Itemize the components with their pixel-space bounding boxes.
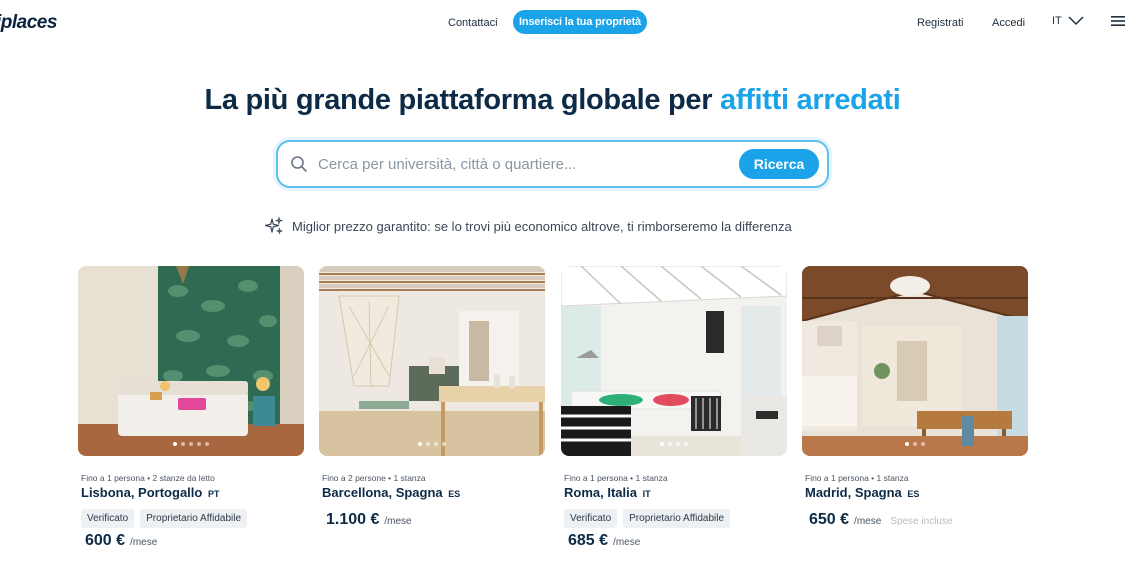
listing-meta: Fino a 1 persona • 2 stanze da letto — [81, 473, 215, 483]
listing-city[interactable]: Lisbona, Portogallo PT — [81, 485, 304, 500]
search-bar: Ricerca — [276, 140, 829, 188]
listing-badges: Verificato Proprietario Affidabile — [81, 509, 304, 528]
verified-badge: Verificato — [564, 509, 618, 528]
register-link[interactable]: Registrati — [917, 17, 963, 29]
carousel-dots[interactable] — [173, 442, 209, 446]
price-period: /mese — [384, 516, 412, 527]
search-input[interactable] — [318, 152, 738, 176]
listing-card[interactable]: Fino a 2 persone • 1 stanza Barcellona, … — [319, 266, 545, 529]
listing-city[interactable]: Barcellona, Spagna ES — [322, 485, 545, 500]
listing-price: 685 € /mese — [568, 532, 787, 550]
listing-photo[interactable] — [319, 266, 545, 456]
trusted-landlord-badge: Proprietario Affidabile — [623, 509, 731, 528]
price-amount: 1.100 € — [326, 511, 380, 528]
listing-meta: Fino a 1 persona • 1 stanza — [805, 473, 909, 483]
listing-price: 650 € /mese Spese incluse — [809, 511, 1028, 529]
price-amount: 650 € — [809, 511, 850, 528]
hero-title: La più grande piattaforma globale per af… — [0, 84, 1105, 117]
price-amount: 600 € — [85, 532, 126, 549]
listing-city[interactable]: Madrid, Spagna ES — [805, 485, 1028, 500]
hero-title-main: La più grande piattaforma globale per — [204, 84, 720, 116]
price-period: /mese — [613, 537, 641, 548]
hero-title-accent: affitti arredati — [720, 84, 901, 116]
listing-card[interactable]: Fino a 1 persona • 1 stanza Roma, Italia… — [561, 266, 787, 550]
verified-badge: Verificato — [81, 509, 135, 528]
language-selector[interactable]: IT — [1052, 15, 1084, 27]
bills-included-note: Spese incluse — [890, 516, 953, 527]
listing-photo[interactable] — [802, 266, 1028, 456]
listing-photo[interactable] — [78, 266, 304, 456]
price-amount: 685 € — [568, 532, 609, 549]
carousel-dots[interactable] — [418, 442, 446, 446]
listing-card[interactable]: Fino a 1 persona • 1 stanza Madrid, Spag… — [802, 266, 1028, 529]
trusted-landlord-badge: Proprietario Affidabile — [140, 509, 248, 528]
listing-city-name: Madrid, Spagna — [805, 485, 902, 500]
hamburger-menu-icon[interactable] — [1111, 14, 1125, 28]
price-guarantee: Miglior prezzo garantito: se lo trovi pi… — [264, 216, 792, 236]
carousel-dots[interactable] — [660, 442, 688, 446]
country-code: IT — [642, 489, 651, 499]
list-property-button[interactable]: Inserisci la tua proprietà — [513, 10, 647, 34]
listing-meta: Fino a 2 persone • 1 stanza — [322, 473, 426, 483]
country-code: ES — [907, 489, 920, 499]
listing-photo[interactable] — [561, 266, 787, 456]
search-icon — [291, 156, 307, 172]
listing-city[interactable]: Roma, Italia IT — [564, 485, 787, 500]
login-link[interactable]: Accedi — [992, 17, 1025, 29]
search-button[interactable]: Ricerca — [739, 149, 819, 179]
listing-city-name: Roma, Italia — [564, 485, 637, 500]
country-code: PT — [207, 489, 220, 499]
listing-price: 600 € /mese — [85, 532, 304, 550]
listing-badges: Verificato Proprietario Affidabile — [564, 509, 787, 528]
logo[interactable]: iplaces — [0, 12, 57, 34]
price-period: /mese — [130, 537, 158, 548]
listing-city-name: Lisbona, Portogallo — [81, 485, 203, 500]
contact-link[interactable]: Contattaci — [448, 17, 498, 29]
language-label: IT — [1052, 15, 1062, 27]
listing-meta: Fino a 1 persona • 1 stanza — [564, 473, 668, 483]
sparkle-icon — [264, 216, 284, 235]
country-code: ES — [448, 489, 461, 499]
listing-price: 1.100 € /mese — [326, 511, 545, 529]
price-period: /mese — [854, 516, 882, 527]
carousel-dots[interactable] — [905, 442, 925, 446]
listing-card[interactable]: Fino a 1 persona • 2 stanze da letto Lis… — [78, 266, 304, 550]
chevron-down-icon — [1068, 16, 1084, 26]
listing-city-name: Barcellona, Spagna — [322, 485, 443, 500]
guarantee-text: Miglior prezzo garantito: se lo trovi pi… — [292, 218, 792, 234]
